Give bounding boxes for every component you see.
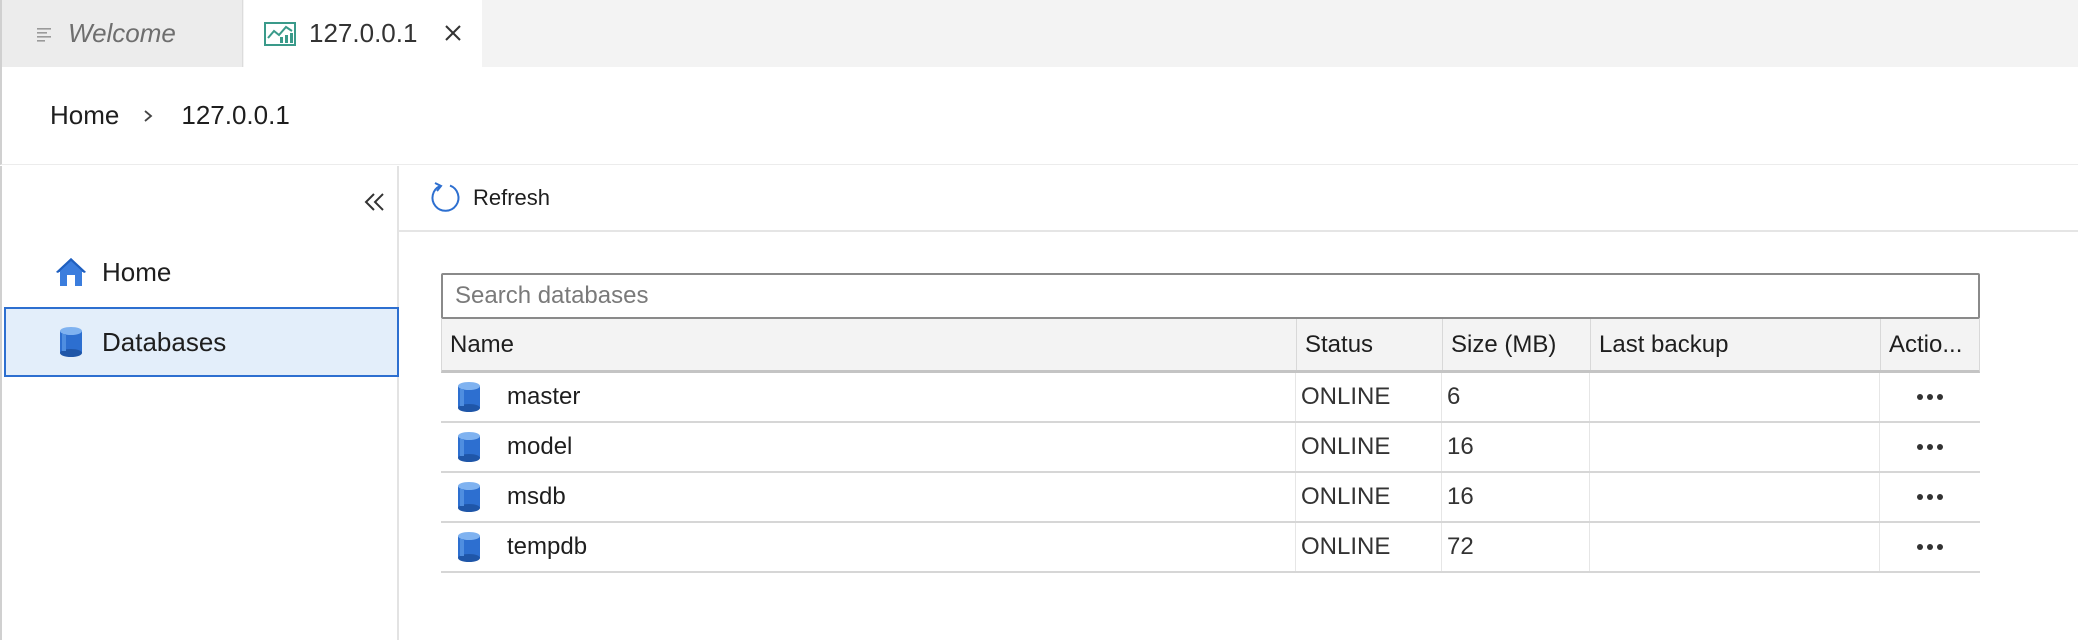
tab-server-label: 127.0.0.1 (309, 18, 418, 48)
home-icon (56, 258, 86, 286)
database-size: 16 (1442, 473, 1590, 521)
table-row[interactable]: msdb ONLINE 16 (441, 473, 1980, 523)
column-header-name[interactable]: Name (442, 319, 1297, 370)
chevron-right-icon (144, 109, 153, 122)
table-row[interactable]: model ONLINE 16 (441, 423, 1980, 473)
collapse-icon[interactable] (361, 188, 389, 216)
server-dashboard-icon (264, 21, 296, 46)
database-status: ONLINE (1296, 473, 1442, 521)
database-name: tempdb (507, 533, 588, 560)
sidebar-item-home[interactable]: Home (4, 237, 399, 307)
database-icon (458, 482, 480, 512)
database-last-backup (1590, 473, 1880, 521)
refresh-label: Refresh (473, 185, 551, 210)
database-last-backup (1590, 423, 1880, 471)
refresh-icon (431, 182, 460, 212)
database-icon (458, 532, 480, 562)
column-header-size[interactable]: Size (MB) (1443, 319, 1591, 370)
sidebar-item-databases[interactable]: Databases (4, 307, 399, 377)
database-name: msdb (507, 483, 566, 510)
table-row[interactable]: master ONLINE 6 (441, 373, 1980, 423)
table-header: Name Status Size (MB) Last backup Actio.… (441, 319, 1980, 373)
more-actions-icon[interactable] (1913, 542, 1947, 552)
breadcrumb: Home 127.0.0.1 (0, 67, 2078, 165)
database-size: 6 (1442, 373, 1590, 421)
databases-table: Name Status Size (MB) Last backup Actio.… (441, 319, 1980, 573)
database-last-backup (1590, 373, 1880, 421)
column-header-last-backup[interactable]: Last backup (1591, 319, 1881, 370)
tab-welcome[interactable]: Welcome (2, 0, 243, 67)
tab-server[interactable]: 127.0.0.1 (244, 0, 482, 67)
more-actions-icon[interactable] (1913, 492, 1947, 502)
database-size: 16 (1442, 423, 1590, 471)
refresh-button[interactable]: Refresh (429, 181, 550, 215)
close-icon[interactable] (440, 20, 466, 46)
table-row[interactable]: tempdb ONLINE 72 (441, 523, 1980, 573)
list-icon (37, 27, 51, 42)
more-actions-icon[interactable] (1913, 392, 1947, 402)
breadcrumb-home[interactable]: Home (50, 100, 119, 131)
column-header-status[interactable]: Status (1297, 319, 1443, 370)
database-icon (458, 382, 480, 412)
database-icon (60, 327, 82, 357)
search-input[interactable] (441, 273, 1980, 319)
main-content: Refresh Name Status Size (MB) Last backu… (399, 166, 2078, 640)
sidebar-item-label: Databases (102, 326, 227, 357)
database-last-backup (1590, 523, 1880, 571)
tab-bar: Welcome 127.0.0.1 (0, 0, 2078, 67)
database-size: 72 (1442, 523, 1590, 571)
sidebar-item-label: Home (102, 256, 172, 287)
side-nav: Home Databases (0, 166, 399, 640)
database-name: master (507, 383, 581, 410)
more-actions-icon[interactable] (1913, 442, 1947, 452)
database-status: ONLINE (1296, 373, 1442, 421)
database-status: ONLINE (1296, 423, 1442, 471)
database-name: model (507, 433, 573, 460)
database-icon (458, 432, 480, 462)
database-status: ONLINE (1296, 523, 1442, 571)
toolbar: Refresh (399, 166, 2078, 232)
column-header-actions[interactable]: Actio... (1881, 319, 1980, 370)
breadcrumb-current: 127.0.0.1 (181, 100, 290, 130)
tab-welcome-label: Welcome (68, 18, 176, 48)
